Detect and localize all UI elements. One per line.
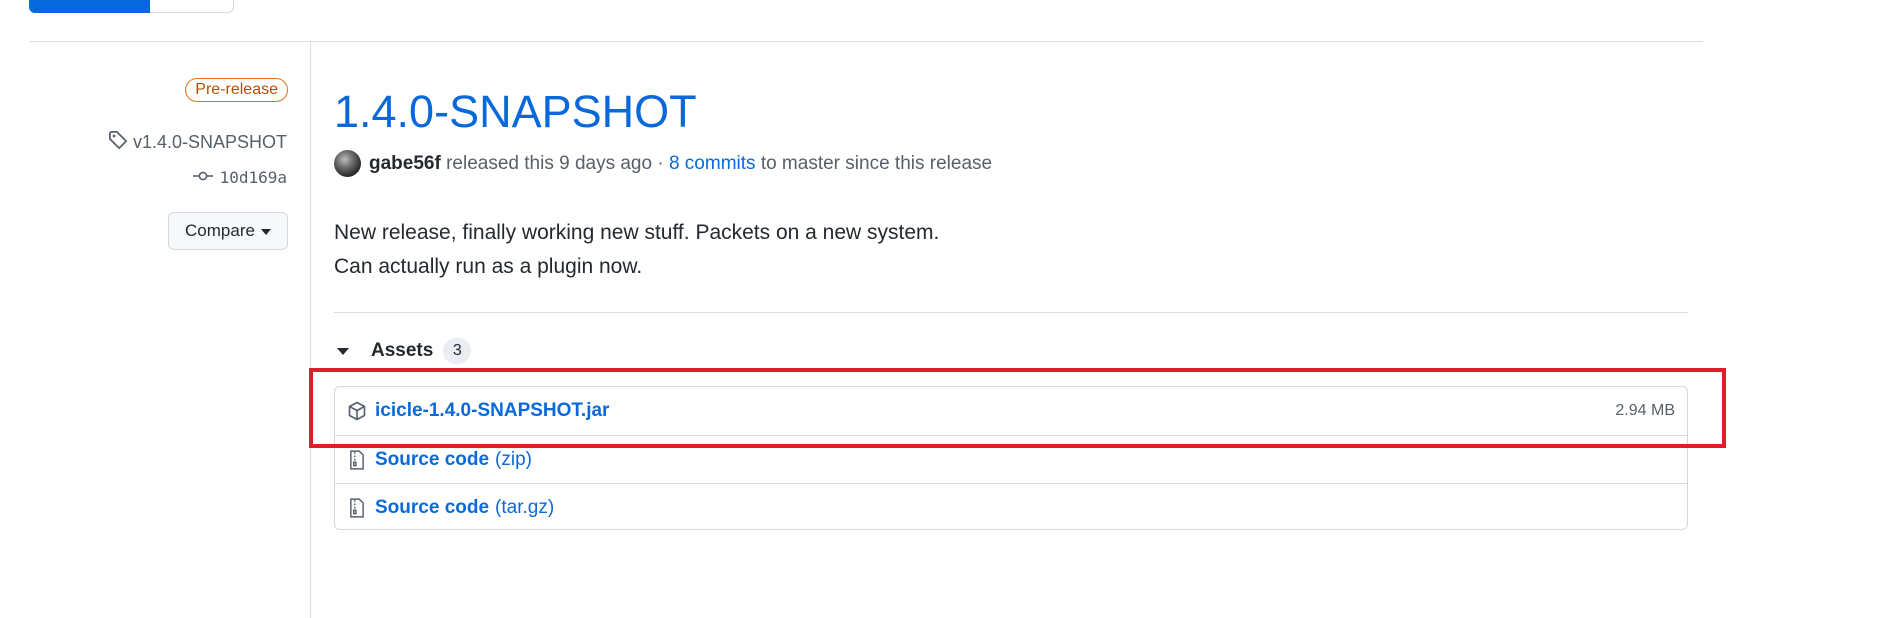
commits-link[interactable]: 8 commits: [669, 153, 756, 175]
asset-row[interactable]: Source code (zip): [335, 435, 1687, 483]
release-notes: New release, finally working new stuff. …: [334, 216, 939, 284]
triangle-down-icon: [337, 347, 349, 355]
package-icon: [347, 400, 367, 422]
prerelease-badge: Pre-release: [185, 78, 288, 102]
assets-count-badge: 3: [443, 338, 472, 364]
release-notes-line: New release, finally working new stuff. …: [334, 221, 940, 244]
tag-icon: [108, 130, 128, 155]
released-text: released this 9 days ago ·: [446, 152, 664, 174]
release-notes-line: Can actually run as a plugin now.: [334, 255, 643, 278]
tags-tab-button[interactable]: [150, 0, 234, 13]
assets-list: icicle-1.4.0-SNAPSHOT.jar 2.94 MB Source…: [334, 386, 1688, 530]
tag-link[interactable]: v1.4.0-SNAPSHOT: [108, 130, 287, 155]
asset-format[interactable]: (zip): [495, 449, 532, 471]
tag-label: v1.4.0-SNAPSHOT: [132, 132, 287, 152]
file-zip-icon: [347, 449, 367, 471]
release-byline: gabe56f released this 9 days ago · 8 com…: [334, 150, 992, 177]
author-link[interactable]: gabe56f: [369, 153, 441, 175]
asset-row[interactable]: icicle-1.4.0-SNAPSHOT.jar 2.94 MB: [335, 387, 1687, 435]
asset-size: 2.94 MB: [1615, 402, 1675, 419]
asset-format[interactable]: (tar.gz): [495, 497, 554, 519]
compare-button[interactable]: Compare: [168, 212, 288, 250]
column-divider: [310, 42, 311, 618]
file-zip-icon: [347, 497, 367, 519]
compare-label: Compare: [185, 221, 255, 240]
assets-toggle[interactable]: Assets 3: [337, 338, 472, 364]
release-title[interactable]: 1.4.0-SNAPSHOT: [334, 84, 697, 140]
commit-sha: 10d169a: [219, 168, 287, 187]
since-text: to master since this release: [760, 152, 993, 174]
assets-label: Assets: [371, 340, 434, 361]
commit-link[interactable]: 10d169a: [192, 168, 287, 187]
asset-row[interactable]: Source code (tar.gz): [335, 483, 1687, 531]
releases-tab-button[interactable]: [29, 0, 150, 13]
divider: [29, 41, 1703, 42]
caret-down-icon: [260, 229, 271, 235]
asset-link[interactable]: Source code: [375, 449, 489, 471]
asset-link[interactable]: icicle-1.4.0-SNAPSHOT.jar: [375, 400, 609, 422]
divider: [334, 312, 1688, 313]
asset-link[interactable]: Source code: [375, 497, 489, 519]
avatar[interactable]: [334, 150, 361, 177]
commit-icon: [192, 168, 214, 187]
